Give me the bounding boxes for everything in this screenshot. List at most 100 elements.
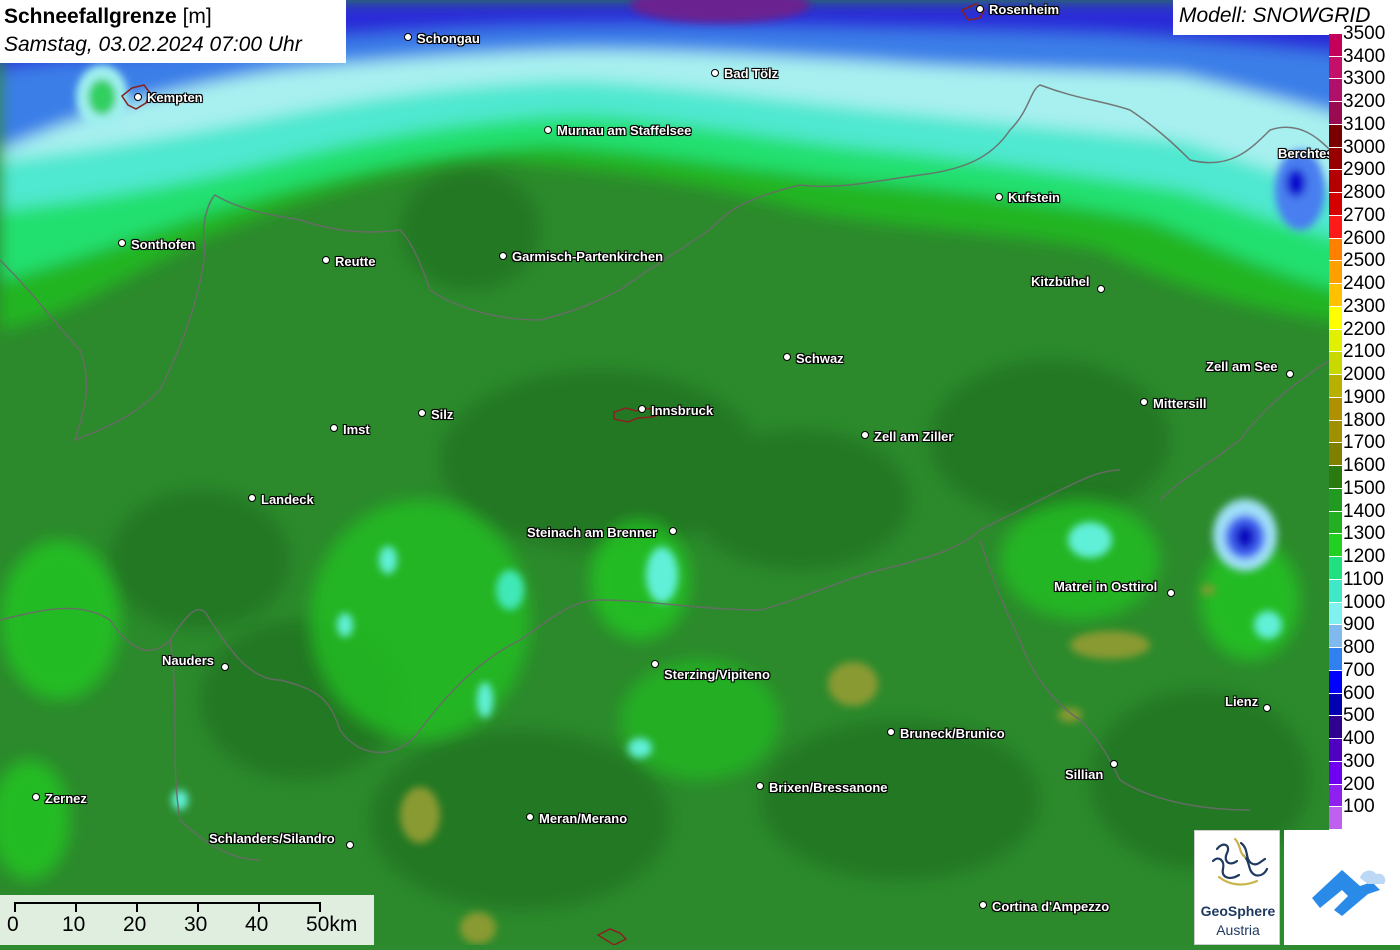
city-dot	[976, 5, 984, 13]
legend-item: 1500	[1329, 477, 1400, 512]
legend-item: 2100	[1329, 340, 1400, 376]
legend-label: 2900	[1343, 159, 1386, 181]
legend-item: 1300	[1329, 522, 1400, 558]
legend-label: 2400	[1343, 273, 1386, 295]
legend-label: 1000	[1343, 591, 1386, 613]
scale-label: 10	[62, 913, 86, 936]
city-label[interactable]: Kitzbühel	[1031, 274, 1090, 289]
geosphere-logo-title: GeoSphere	[1200, 903, 1276, 919]
legend-item: 900	[1329, 613, 1400, 649]
snowgrid-logo[interactable]	[1284, 830, 1400, 945]
legend-item: 1900	[1329, 386, 1400, 421]
legend-label: 400	[1343, 728, 1375, 750]
city-label[interactable]: Silz	[431, 407, 453, 422]
legend-item: 2400	[1329, 272, 1400, 307]
city-label[interactable]: Zell am Ziller	[874, 429, 953, 444]
city-dot	[1286, 370, 1294, 378]
city-dot	[526, 813, 534, 821]
legend-label: 1900	[1343, 386, 1386, 408]
city-label[interactable]: Cortina d'Ampezzo	[992, 899, 1109, 914]
city-dot	[887, 728, 895, 736]
legend-item: 2600	[1329, 227, 1400, 262]
legend-label: 3400	[1343, 45, 1386, 67]
legend-item: 3500	[1329, 22, 1400, 57]
geosphere-logo[interactable]: GeoSphere Austria	[1194, 830, 1280, 945]
geosphere-emblem-icon	[1211, 837, 1269, 886]
legend-item: 400	[1329, 727, 1400, 762]
legend-item: 1400	[1329, 500, 1400, 535]
legend-swatch	[1329, 807, 1342, 830]
legend-label: 1100	[1343, 568, 1384, 590]
snowfall-line-map[interactable]	[0, 0, 1400, 945]
city-label[interactable]: Sillian	[1065, 767, 1103, 782]
city-dot	[783, 353, 791, 361]
legend-label: 500	[1343, 705, 1375, 727]
city-label[interactable]: Zernez	[45, 791, 87, 806]
legend-item: 1200	[1329, 545, 1400, 580]
legend-label: 2000	[1343, 364, 1386, 386]
city-dot	[32, 793, 40, 801]
city-label[interactable]: Steinach am Brenner	[527, 525, 657, 540]
city-label[interactable]: Kufstein	[1008, 190, 1060, 205]
legend-label: 2600	[1343, 227, 1386, 249]
legend-label: 3100	[1343, 113, 1386, 135]
city-dot	[1110, 760, 1118, 768]
city-label[interactable]: Matrei in Osttirol	[1054, 579, 1157, 594]
city-dot	[1263, 704, 1271, 712]
scale-label: 50km	[306, 913, 358, 936]
legend-label: 3200	[1343, 91, 1386, 113]
scale-label: 30	[184, 913, 208, 936]
city-label[interactable]: Nauders	[162, 653, 214, 668]
city-dot	[711, 69, 719, 77]
legend-label: 3000	[1343, 136, 1386, 158]
city-label[interactable]: Garmisch-Partenkirchen	[512, 249, 663, 264]
city-dot	[544, 126, 552, 134]
city-label[interactable]: Schwaz	[796, 351, 844, 366]
city-label[interactable]: Sonthofen	[131, 237, 195, 252]
city-dot	[638, 405, 646, 413]
city-label[interactable]: Mittersill	[1153, 396, 1206, 411]
city-label[interactable]: Rosenheim	[989, 2, 1059, 17]
legend-item: 3200	[1329, 90, 1400, 125]
city-label[interactable]: Reutte	[335, 254, 375, 269]
city-label[interactable]: Schongau	[417, 31, 480, 46]
legend-label: 1700	[1343, 432, 1386, 454]
city-label[interactable]: Bruneck/Brunico	[900, 726, 1005, 741]
city-label[interactable]: Landeck	[261, 492, 314, 507]
legend-item: 3000	[1329, 136, 1400, 171]
legend-label: 1300	[1343, 523, 1386, 545]
city-label[interactable]: Sterzing/Vipiteno	[664, 667, 770, 682]
city-dot	[134, 93, 142, 101]
city-dot	[979, 901, 987, 909]
city-label[interactable]: Brixen/Bressanone	[769, 780, 888, 795]
city-dot	[1097, 285, 1105, 293]
city-label[interactable]: Zell am See	[1206, 359, 1278, 374]
city-label[interactable]: Bad Tölz	[724, 66, 778, 81]
legend-label: 1200	[1343, 546, 1386, 568]
geosphere-logo-subtitle: Austria	[1216, 922, 1260, 938]
city-label[interactable]: Schlanders/Silandro	[209, 831, 335, 846]
legend-label: 3500	[1343, 23, 1386, 44]
legend-label: 600	[1343, 682, 1375, 704]
legend-item: 1600	[1329, 454, 1400, 489]
city-label[interactable]: Meran/Merano	[539, 811, 627, 826]
color-legend: 3500 3400 3300 3200 3100 3000 2900 2800 2700 2600…	[1329, 23, 1400, 830]
city-dot	[330, 424, 338, 432]
scale-line	[14, 902, 320, 904]
city-label[interactable]: Imst	[343, 422, 370, 437]
city-label[interactable]: Lienz	[1225, 694, 1258, 709]
legend-item: 2700	[1329, 204, 1400, 239]
city-dot	[248, 494, 256, 502]
legend-label: 1800	[1343, 409, 1386, 431]
legend-label: 2700	[1343, 204, 1386, 226]
legend-label: 800	[1343, 637, 1375, 659]
legend-item: 2800	[1329, 181, 1400, 216]
scale-tick	[197, 902, 199, 912]
city-dot	[651, 660, 659, 668]
city-label[interactable]: Murnau am Staffelsee	[557, 123, 691, 138]
city-label[interactable]: Kempten	[147, 90, 203, 105]
legend-label: 700	[1343, 659, 1375, 681]
scale-tick	[14, 902, 16, 912]
legend-item: 1800	[1329, 409, 1400, 444]
city-label[interactable]: Innsbruck	[651, 403, 713, 418]
